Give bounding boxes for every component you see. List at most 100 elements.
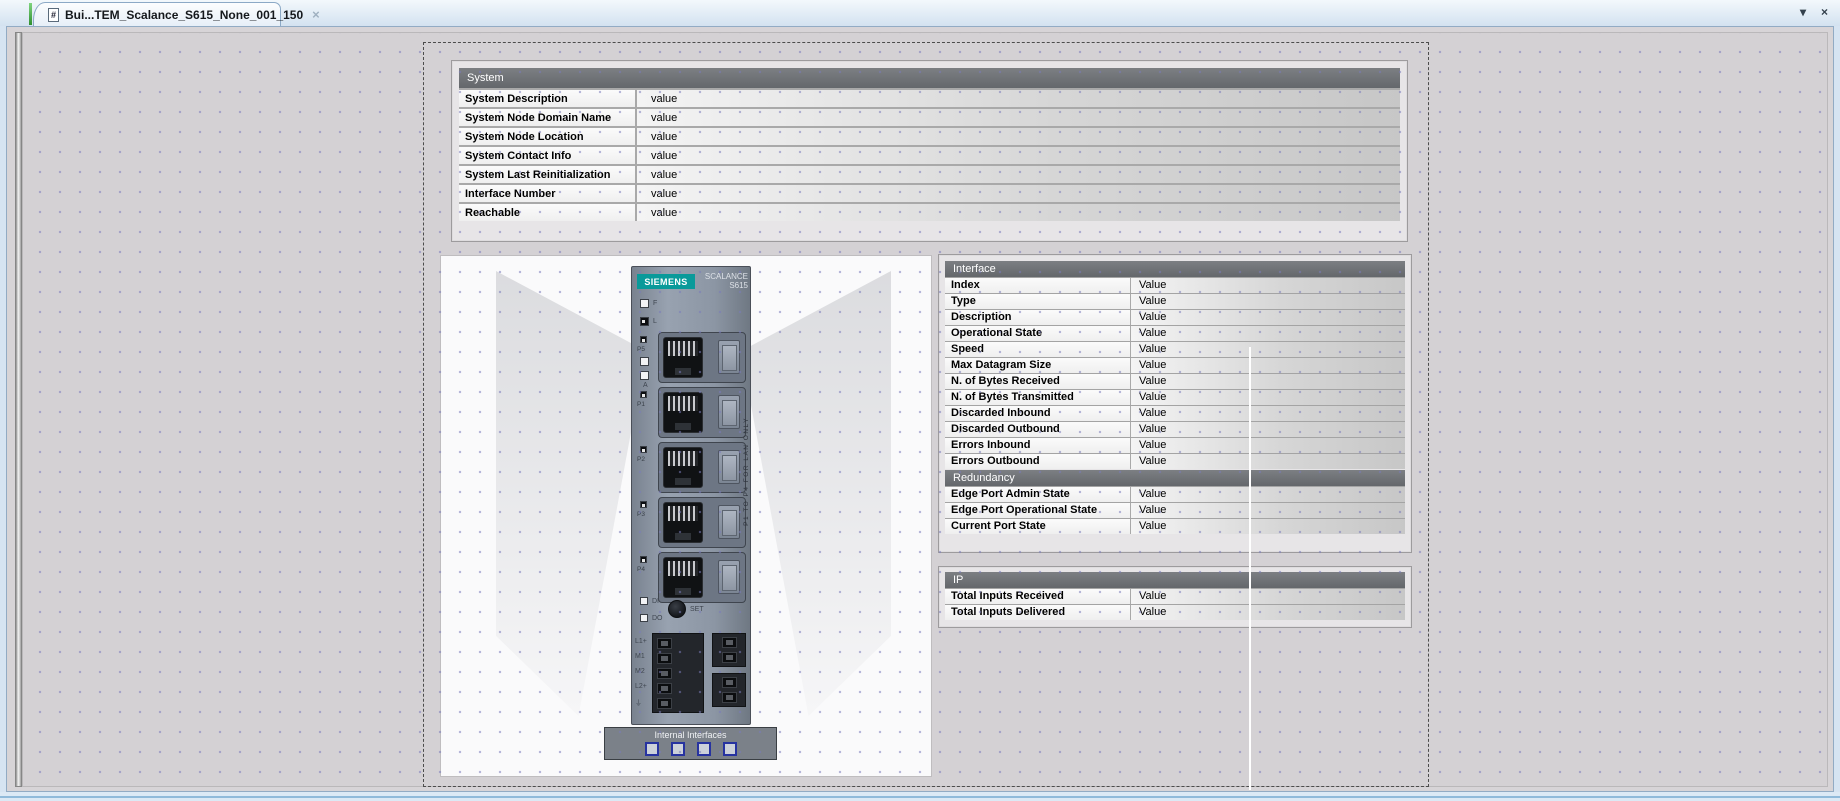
table-row[interactable]: Errors Inbound Value xyxy=(945,437,1405,453)
link-led xyxy=(640,317,649,326)
interface-indicator xyxy=(697,742,711,756)
table-row[interactable]: N. of Bytes Received Value xyxy=(945,373,1405,389)
system-table-panel[interactable]: System System Description value System N… xyxy=(451,60,1408,242)
interface-table-panel[interactable]: Interface Index Value Type Value Descrip… xyxy=(938,254,1412,553)
tab-close-icon[interactable]: × xyxy=(312,9,320,21)
terminal-label: M1 xyxy=(635,653,645,660)
power-terminal-block xyxy=(652,633,704,713)
port-latch xyxy=(718,505,740,539)
document-icon: # xyxy=(48,8,59,22)
window-bottom-chrome xyxy=(0,792,1840,801)
background-swoosh xyxy=(741,271,891,716)
table-row[interactable]: Total Inputs Received Value xyxy=(945,588,1405,604)
led-label-l: L xyxy=(653,318,657,325)
ethernet-port xyxy=(658,497,746,548)
port-led xyxy=(640,391,647,398)
design-canvas[interactable]: System System Description value System N… xyxy=(22,32,1828,787)
window-bottom-accent-line xyxy=(0,796,1840,798)
interface-indicator xyxy=(723,742,737,756)
rj45-socket xyxy=(663,447,703,488)
internal-interfaces-bar: Internal Interfaces xyxy=(604,727,777,760)
port-latch xyxy=(718,395,740,429)
row-label: N. of Bytes Transmitted xyxy=(945,390,1131,405)
editor-tab[interactable]: # Bui...TEM_Scalance_S615_None_001_150 × xyxy=(33,2,281,26)
table-row[interactable]: System Description value xyxy=(459,88,1400,107)
scalance-device-image: SIEMENS SCALANCE S615 F L P5 A xyxy=(631,266,751,725)
table-row[interactable]: Operational State Value xyxy=(945,325,1405,341)
terminal-label: M2 xyxy=(635,668,645,675)
interface-indicator xyxy=(645,742,659,756)
table-row[interactable]: N. of Bytes Transmitted Value xyxy=(945,389,1405,405)
table-row[interactable]: Max Datagram Size Value xyxy=(945,357,1405,373)
port-latch xyxy=(718,560,740,594)
led-label-di: DI xyxy=(652,598,659,605)
product-name: SCALANCE xyxy=(696,272,748,281)
led-label-f: F xyxy=(653,300,657,307)
terminal-screw xyxy=(657,683,672,694)
row-value: value xyxy=(637,185,1400,202)
row-value: Value xyxy=(1131,390,1405,405)
table-row[interactable]: System Node Domain Name value xyxy=(459,107,1400,126)
terminal-screw xyxy=(657,653,672,664)
table-row[interactable]: Description Value xyxy=(945,309,1405,325)
row-value: Value xyxy=(1131,519,1405,534)
ethernet-port xyxy=(658,332,746,383)
interface-indicator xyxy=(671,742,685,756)
table-row[interactable]: System Node Location value xyxy=(459,126,1400,145)
table-row[interactable]: Current Port State Value xyxy=(945,518,1405,534)
row-label: Errors Outbound xyxy=(945,454,1131,469)
interface-table-header: Interface xyxy=(945,261,1405,277)
tab-strip: # Bui...TEM_Scalance_S615_None_001_150 ×… xyxy=(0,0,1840,26)
status-led xyxy=(640,357,649,366)
row-label: System Contact Info xyxy=(459,147,637,164)
table-row[interactable]: System Contact Info value xyxy=(459,145,1400,164)
table-row[interactable]: Discarded Inbound Value xyxy=(945,405,1405,421)
device-image-panel[interactable]: SIEMENS SCALANCE S615 F L P5 A xyxy=(440,255,932,777)
row-value: Value xyxy=(1131,422,1405,437)
canvas-edge-ridge[interactable] xyxy=(15,32,22,787)
rj45-socket xyxy=(663,557,703,598)
row-value: Value xyxy=(1131,358,1405,373)
table-row[interactable]: Total Inputs Delivered Value xyxy=(945,604,1405,620)
ethernet-port xyxy=(658,387,746,438)
table-row[interactable]: Discarded Outbound Value xyxy=(945,421,1405,437)
row-value: Value xyxy=(1131,605,1405,620)
table-row[interactable]: Edge Port Admin State Value xyxy=(945,486,1405,502)
background-swoosh xyxy=(496,271,646,716)
row-label: Speed xyxy=(945,342,1131,357)
terminal-screw xyxy=(722,677,737,688)
internal-interfaces-label: Internal Interfaces xyxy=(605,730,776,740)
ip-table-panel[interactable]: IP Total Inputs Received Value Total Inp… xyxy=(938,566,1412,628)
row-label: Edge Port Operational State xyxy=(945,503,1131,518)
row-value: value xyxy=(637,90,1400,107)
table-row[interactable]: Type Value xyxy=(945,293,1405,309)
table-row[interactable]: Errors Outbound Value xyxy=(945,453,1405,469)
row-value: Value xyxy=(1131,487,1405,502)
row-label: System Last Reinitialization xyxy=(459,166,637,183)
row-label: Max Datagram Size xyxy=(945,358,1131,373)
ip-table-header: IP xyxy=(945,572,1405,588)
terminal-screw xyxy=(722,637,737,648)
table-row[interactable]: Speed Value xyxy=(945,341,1405,357)
table-row[interactable]: Reachable value xyxy=(459,202,1400,221)
set-button xyxy=(668,600,686,618)
ethernet-port xyxy=(658,552,746,603)
lan-only-label: P1 TO P4 FOR LAN ONLY xyxy=(743,417,750,526)
close-icon[interactable]: × xyxy=(1821,5,1828,19)
row-label: Description xyxy=(945,310,1131,325)
terminal-label: L1+ xyxy=(635,638,647,645)
row-label: Total Inputs Delivered xyxy=(945,605,1131,620)
table-row[interactable]: Interface Number value xyxy=(459,183,1400,202)
rj45-socket xyxy=(663,392,703,433)
row-label: Type xyxy=(945,294,1131,309)
terminal-screw xyxy=(722,692,737,703)
tab-title: Bui...TEM_Scalance_S615_None_001_150 xyxy=(65,8,303,22)
table-row[interactable]: Edge Port Operational State Value xyxy=(945,502,1405,518)
table-row[interactable]: System Last Reinitialization value xyxy=(459,164,1400,183)
table-row[interactable]: Index Value xyxy=(945,277,1405,293)
menu-dropdown-icon[interactable]: ▾ xyxy=(1800,5,1806,19)
port-label-p2: P2 xyxy=(637,456,655,463)
row-label: Current Port State xyxy=(945,519,1131,534)
row-value: Value xyxy=(1131,406,1405,421)
redundancy-table-header: Redundancy xyxy=(945,470,1405,486)
